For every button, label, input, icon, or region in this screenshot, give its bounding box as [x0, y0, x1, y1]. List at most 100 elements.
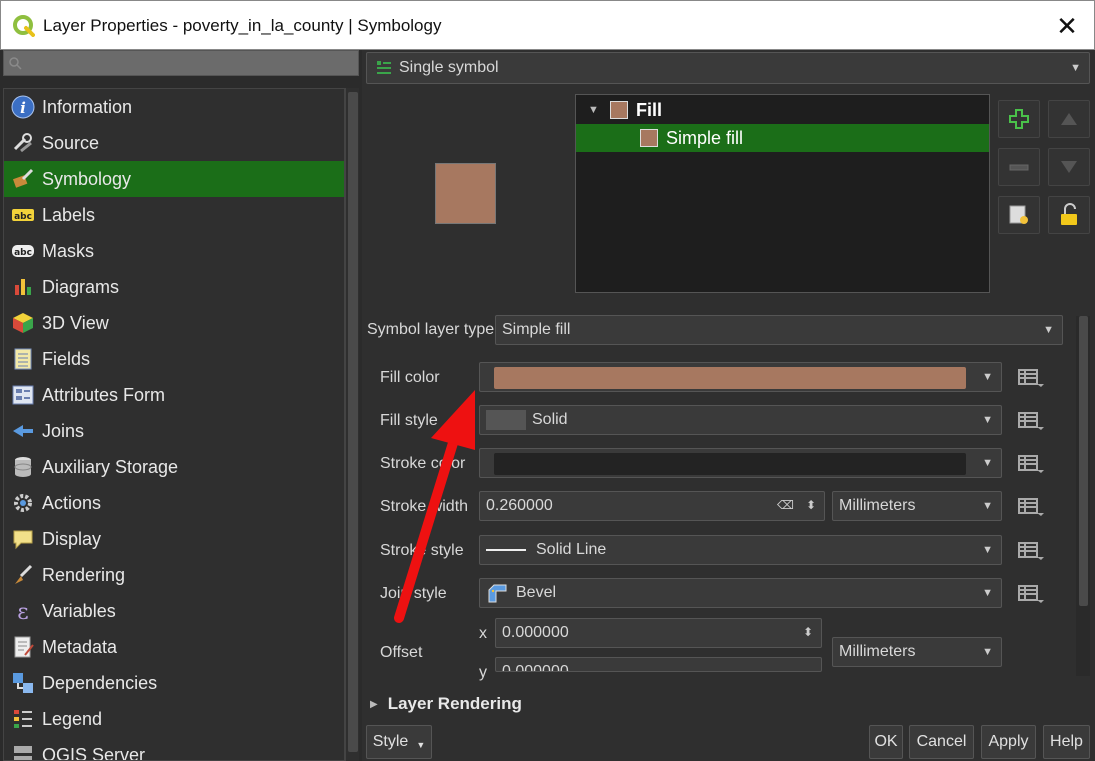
offset-y-spinbox[interactable]: 0.000000 [495, 657, 822, 672]
stroke-width-unit-dropdown[interactable]: Millimeters ▼ [832, 491, 1002, 521]
form-scrollbar[interactable] [1076, 316, 1090, 676]
sidebar-item-joins[interactable]: Joins [4, 413, 344, 449]
sidebar-item-label: Actions [42, 492, 102, 513]
apply-button[interactable]: Apply [981, 725, 1036, 759]
sidebar-item-3d-view[interactable]: 3D View [4, 305, 344, 341]
info-icon: i [10, 94, 36, 120]
sidebar-item-variables[interactable]: ε Variables [4, 593, 344, 629]
symbol-layer-type-label: Symbol layer type [367, 321, 495, 338]
sidebar-item-source[interactable]: Source [4, 125, 344, 161]
sidebar-item-label: Metadata [42, 636, 118, 657]
fields-icon [10, 346, 36, 372]
sidebar-item-qgis-server[interactable]: QGIS Server [4, 737, 344, 760]
fill-swatch [610, 101, 628, 119]
sidebar-item-display[interactable]: Display [4, 521, 344, 557]
clear-icon[interactable]: ⌫ [777, 498, 794, 512]
sidebar-item-auxiliary-storage[interactable]: Auxiliary Storage [4, 449, 344, 485]
close-icon: ✕ [1056, 11, 1078, 41]
svg-text:abc: abc [14, 248, 32, 258]
expand-triangle-icon[interactable]: ▶ [370, 699, 378, 710]
close-button[interactable]: ✕ [1050, 9, 1084, 43]
move-down-button[interactable] [1048, 148, 1090, 186]
stroke-style-data-defined-button[interactable] [1014, 534, 1050, 566]
stroke-width-data-defined-button[interactable] [1014, 490, 1050, 522]
sidebar-item-attributes-form[interactable]: Attributes Form [4, 377, 344, 413]
svg-text:abc: abc [14, 212, 32, 222]
sidebar-item-diagrams[interactable]: Diagrams [4, 269, 344, 305]
symbol-layer-type-value: Simple fill [502, 321, 571, 338]
sidebar-item-metadata[interactable]: Metadata [4, 629, 344, 665]
chevron-down-icon: ▼ [982, 500, 993, 512]
add-symbol-layer-button[interactable] [998, 100, 1040, 138]
sidebar-item-label: Symbology [42, 168, 132, 189]
duplicate-symbol-layer-button[interactable] [998, 196, 1040, 234]
sidebar-item-symbology[interactable]: Symbology [4, 161, 344, 197]
lock-layer-button[interactable] [1048, 196, 1090, 234]
sidebar-item-legend[interactable]: Legend [4, 701, 344, 737]
sidebar-item-label: Information [42, 96, 133, 117]
move-up-button[interactable] [1048, 100, 1090, 138]
stroke-style-dropdown[interactable]: Solid Line ▼ [479, 535, 1002, 565]
stroke-color-data-defined-button[interactable] [1014, 447, 1050, 479]
symbol-layer-tree: ▼ Fill Simple fill [575, 94, 990, 293]
legend-icon [10, 706, 36, 732]
stroke-color-swatch [494, 453, 966, 475]
ok-button[interactable]: OK [869, 725, 903, 759]
svg-text:ε: ε [17, 600, 28, 623]
style-button[interactable]: Style ▼ [366, 725, 432, 759]
sidebar-item-rendering[interactable]: Rendering [4, 557, 344, 593]
form-scrollbar-thumb[interactable] [1079, 316, 1088, 606]
stroke-width-value: 0.260000 [486, 497, 553, 514]
qgis-logo-icon [13, 15, 35, 37]
fill-color-data-defined-button[interactable] [1014, 361, 1050, 393]
sidebar-scrollbar-thumb[interactable] [348, 92, 358, 752]
stroke-color-button[interactable]: ▼ [479, 448, 1002, 478]
sidebar-item-label: Legend [42, 708, 103, 729]
sidebar-item-label: Joins [42, 420, 85, 441]
spin-arrows-icon[interactable]: ⬍ [803, 625, 813, 639]
join-style-dropdown[interactable]: Bevel ▼ [479, 578, 1002, 608]
paintbrush-icon [10, 166, 36, 192]
tree-row-simple-fill[interactable]: Simple fill [576, 124, 989, 152]
sidebar-item-label: Variables [42, 600, 116, 621]
remove-symbol-layer-button[interactable] [998, 148, 1040, 186]
sidebar-item-dependencies[interactable]: Dependencies [4, 665, 344, 701]
offset-unit-dropdown[interactable]: Millimeters ▼ [832, 637, 1002, 667]
bevel-join-icon [488, 584, 507, 603]
sidebar-item-fields[interactable]: Fields [4, 341, 344, 377]
spin-arrows-icon[interactable]: ⬍ [806, 498, 816, 512]
fill-color-button[interactable]: ▼ [479, 362, 1002, 392]
chevron-down-icon: ▼ [1043, 324, 1054, 336]
labels-abc-icon: abc [10, 202, 36, 228]
sidebar-item-actions[interactable]: Actions [4, 485, 344, 521]
sidebar-scrollbar[interactable] [345, 88, 359, 761]
symbol-layer-type-dropdown[interactable]: Simple fill ▼ [495, 315, 1063, 345]
fill-style-dropdown[interactable]: Solid ▼ [479, 405, 1002, 435]
fill-style-value: Solid [532, 411, 568, 428]
search-icon [9, 57, 22, 70]
cancel-button[interactable]: Cancel [909, 725, 974, 759]
data-defined-icon [1018, 585, 1044, 603]
stroke-width-unit-value: Millimeters [839, 497, 916, 514]
tree-row-fill-label: Fill [636, 99, 662, 120]
minus-icon [1009, 164, 1029, 171]
tree-row-fill[interactable]: ▼ Fill [576, 96, 989, 124]
layer-rendering-section[interactable]: ▶ Layer Rendering [370, 694, 522, 714]
offset-x-spinbox[interactable]: 0.000000 ⬍ [495, 618, 822, 648]
renderer-type-dropdown[interactable]: Single symbol ▼ [366, 52, 1090, 84]
svg-text:i: i [20, 99, 26, 117]
sidebar-item-labels[interactable]: abc Labels [4, 197, 344, 233]
expand-triangle-icon[interactable]: ▼ [588, 104, 599, 116]
unlock-icon [1061, 203, 1077, 225]
stroke-width-spinbox[interactable]: 0.260000 ⌫ ⬍ [479, 491, 825, 521]
search-input[interactable] [3, 50, 359, 76]
data-defined-icon [1018, 498, 1044, 516]
join-style-data-defined-button[interactable] [1014, 577, 1050, 609]
help-button[interactable]: Help [1043, 725, 1090, 759]
fill-style-data-defined-button[interactable] [1014, 404, 1050, 436]
ok-button-label: OK [874, 733, 898, 750]
sidebar-item-label: Source [42, 132, 100, 153]
sidebar-item-information[interactable]: i Information [4, 89, 344, 125]
cube-icon [10, 310, 36, 336]
sidebar-item-masks[interactable]: abc Masks [4, 233, 344, 269]
